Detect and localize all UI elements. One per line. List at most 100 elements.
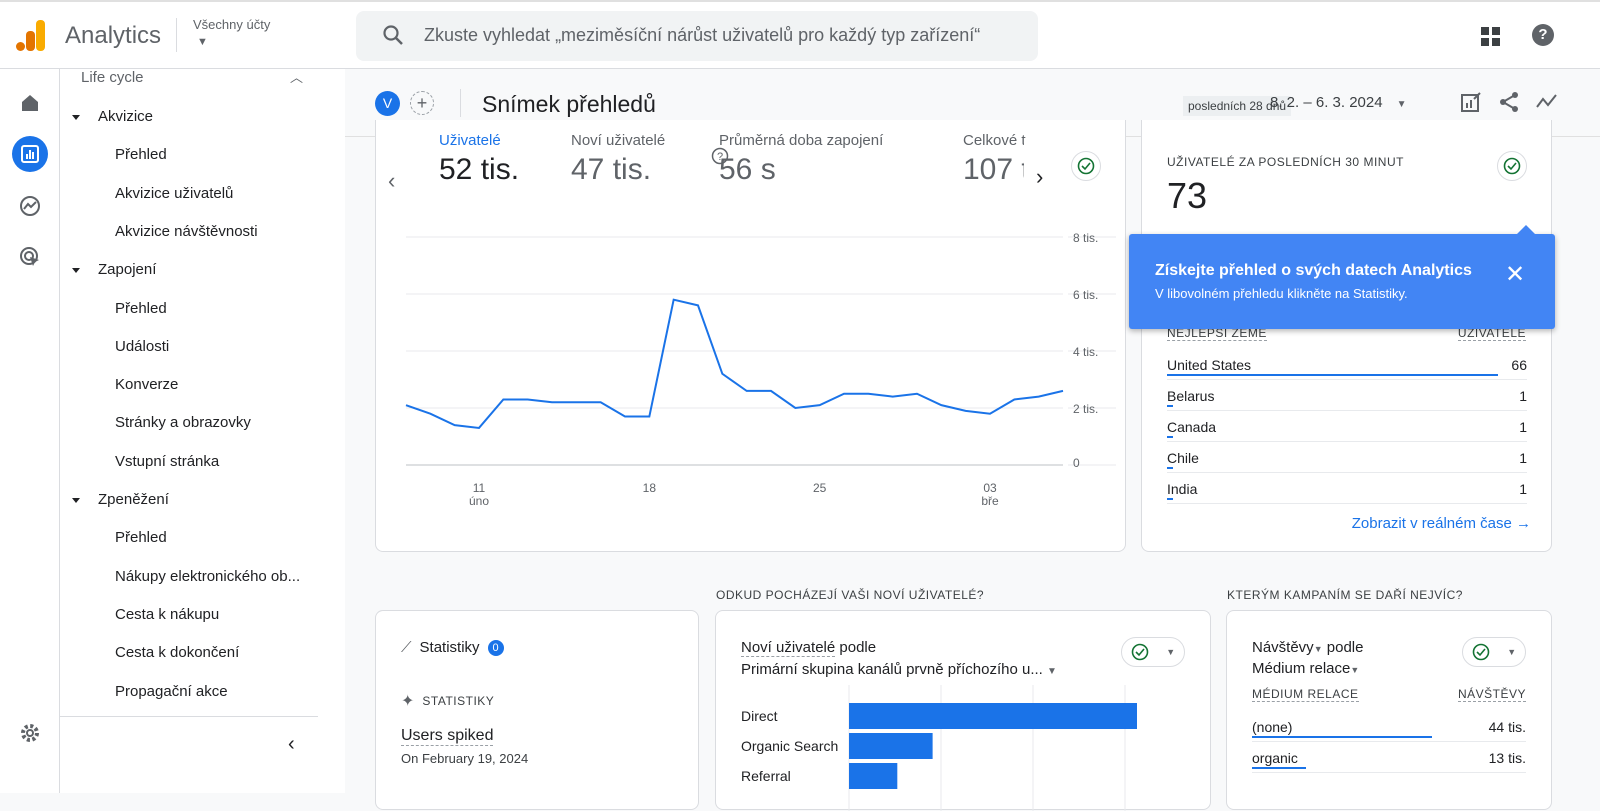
home-icon[interactable]: [12, 85, 48, 121]
metric-selector[interactable]: Noví uživatelé: [741, 639, 835, 657]
insights-trend-icon: ⟋: [401, 639, 412, 656]
help-icon[interactable]: ?: [1532, 24, 1554, 46]
nav-section[interactable]: Akvizice: [60, 102, 345, 132]
collapse-sidebar-chevron-left-icon[interactable]: ‹: [288, 733, 295, 756]
country-name: India: [1167, 481, 1197, 497]
share-bar: [1167, 498, 1173, 500]
nav-item[interactable]: Konverze: [60, 370, 345, 400]
users-series-line: [406, 300, 1063, 428]
status-check-icon[interactable]: [1497, 151, 1527, 181]
explore-icon[interactable]: [12, 188, 48, 224]
metric-label: Uživatelé: [439, 132, 519, 149]
customize-report-icon[interactable]: [1460, 91, 1482, 113]
country-row[interactable]: Belarus1: [1167, 380, 1527, 411]
date-range-value: 8. 2. – 6. 3. 2024: [1270, 94, 1383, 111]
dimension-selector[interactable]: Primární skupina kanálů prvně příchozího…: [741, 661, 1057, 678]
nav-item[interactable]: Propagační akce: [60, 677, 345, 707]
campaign-row[interactable]: organic 13 tis.: [1252, 742, 1526, 773]
svg-text:?: ?: [717, 151, 723, 163]
account-label: Všechny účty: [193, 17, 270, 32]
medium-name: organic: [1252, 750, 1298, 766]
dimension-selector[interactable]: Médium relace▼: [1252, 660, 1359, 677]
settings-gear-icon[interactable]: [12, 715, 48, 751]
y-tick-label: 2 tis.: [1073, 402, 1098, 416]
nav-item[interactable]: Přehled: [60, 294, 345, 324]
arrow-right-icon: →: [1516, 515, 1531, 532]
campaigns-card: Návštěvy▼ podle Médium relace▼ ▼ MÉDIUM …: [1226, 610, 1552, 810]
metric-selector[interactable]: Návštěvy: [1252, 639, 1314, 656]
nav-header-label: Life cycle: [81, 69, 144, 86]
tooltip-title: Získejte přehled o svých datech Analytic…: [1155, 262, 1472, 280]
bar: [849, 763, 897, 789]
nav-item[interactable]: Vstupní stránka: [60, 447, 345, 477]
sources-section-title: ODKUD POCHÁZEJÍ VAŠI NOVÍ UŽIVATELÉ?: [716, 588, 984, 602]
view-realtime-label: Zobrazit v reálném čase: [1352, 515, 1512, 532]
next-metric-chevron-right-icon[interactable]: ›: [1036, 164, 1043, 190]
metric-tab[interactable]: Uživatelé52 tis.: [439, 132, 519, 187]
share-icon[interactable]: [1498, 91, 1520, 113]
account-selector[interactable]: Všechny účty▼: [193, 17, 270, 48]
country-users: 1: [1519, 481, 1527, 497]
share-bar: [1167, 467, 1173, 469]
nav-item[interactable]: Akvizice uživatelů: [60, 179, 345, 209]
caret-down-icon: ▼: [1350, 665, 1359, 675]
country-row[interactable]: Chile1: [1167, 442, 1527, 473]
add-comparison-button[interactable]: +: [410, 91, 434, 115]
bar-category-label: Organic Search: [741, 738, 838, 754]
close-icon[interactable]: ✕: [1505, 260, 1525, 289]
view-realtime-link[interactable]: Zobrazit v reálném čase →: [1352, 515, 1531, 532]
metric-tab[interactable]: Noví uživatelé47 tis.: [571, 132, 665, 187]
nav-header-life-cycle[interactable]: Life cycle ︿: [60, 63, 345, 93]
nav-item[interactable]: Přehled: [60, 523, 345, 553]
share-bar: [1167, 374, 1498, 376]
x-tick-label: 03: [983, 481, 997, 495]
y-tick-label: 6 tis.: [1073, 288, 1098, 302]
nav-section[interactable]: Zpeněžení: [60, 485, 345, 515]
x-tick-label: 11: [473, 481, 486, 495]
nav-item[interactable]: Cesta k dokončení: [60, 638, 345, 668]
advertising-icon[interactable]: [12, 239, 48, 275]
campaign-row[interactable]: (none)44 tis.: [1252, 711, 1526, 742]
insights-title[interactable]: Statistiky: [420, 639, 480, 656]
new-users-bar-chart: DirectOrganic SearchReferral: [716, 681, 1212, 811]
insights-tooltip: Získejte přehled o svých datech Analytic…: [1129, 234, 1555, 329]
date-range-picker[interactable]: 8. 2. – 6. 3. 2024▼: [1270, 94, 1407, 111]
country-row[interactable]: India 1: [1167, 473, 1527, 504]
nav-item[interactable]: Přehled: [60, 140, 345, 170]
collapse-chevron-up-icon[interactable]: ︿: [290, 63, 303, 93]
apps-grid-icon[interactable]: [1481, 27, 1501, 47]
status-check-icon[interactable]: [1071, 151, 1101, 181]
caret-down-icon: ▼: [1314, 644, 1323, 654]
nav-section[interactable]: Zapojení: [60, 255, 345, 285]
country-row[interactable]: United States66: [1167, 349, 1527, 380]
nav-item[interactable]: Nákupy elektronického ob...: [60, 562, 345, 592]
nav-item[interactable]: Stránky a obrazovky: [60, 408, 345, 438]
nav-item[interactable]: Cesta k nákupu: [60, 600, 345, 630]
status-dropdown[interactable]: ▼: [1121, 637, 1185, 667]
share-bar: [1252, 736, 1432, 738]
divider: [460, 89, 461, 117]
share-bar: [1167, 405, 1173, 407]
status-check-icon: [1131, 643, 1149, 661]
search-input[interactable]: Zkuste vyhledat „meziměsíční nárůst uživ…: [356, 11, 1038, 61]
country-row[interactable]: Canada1: [1167, 411, 1527, 442]
status-dropdown[interactable]: ▼: [1462, 637, 1526, 667]
comparison-avatar[interactable]: V: [375, 91, 400, 116]
x-tick-label: 25: [813, 481, 827, 495]
metric-tab[interactable]: Průměrná doba zapojení56 s: [719, 132, 883, 187]
country-name: Chile: [1167, 450, 1199, 466]
bar-category-label: Direct: [741, 708, 778, 724]
previous-metric-chevron-left-icon[interactable]: ‹: [388, 168, 395, 194]
insights-icon[interactable]: [1536, 91, 1558, 113]
medium-name: (none): [1252, 719, 1292, 735]
y-tick-label: 8 tis.: [1073, 231, 1098, 245]
metric-tab[interactable]: Celkové t107 t: [963, 132, 1030, 187]
insight-headline[interactable]: Users spiked: [401, 727, 493, 746]
sessions-value: 13 tis.: [1489, 750, 1526, 766]
share-bar: [1252, 767, 1306, 769]
help-circle-icon[interactable]: ?: [711, 147, 729, 170]
nav-item[interactable]: Události: [60, 332, 345, 362]
metric-label: Průměrná doba zapojení: [719, 132, 883, 149]
nav-item[interactable]: Akvizice návštěvnosti: [60, 217, 345, 247]
reports-icon[interactable]: [12, 136, 48, 172]
